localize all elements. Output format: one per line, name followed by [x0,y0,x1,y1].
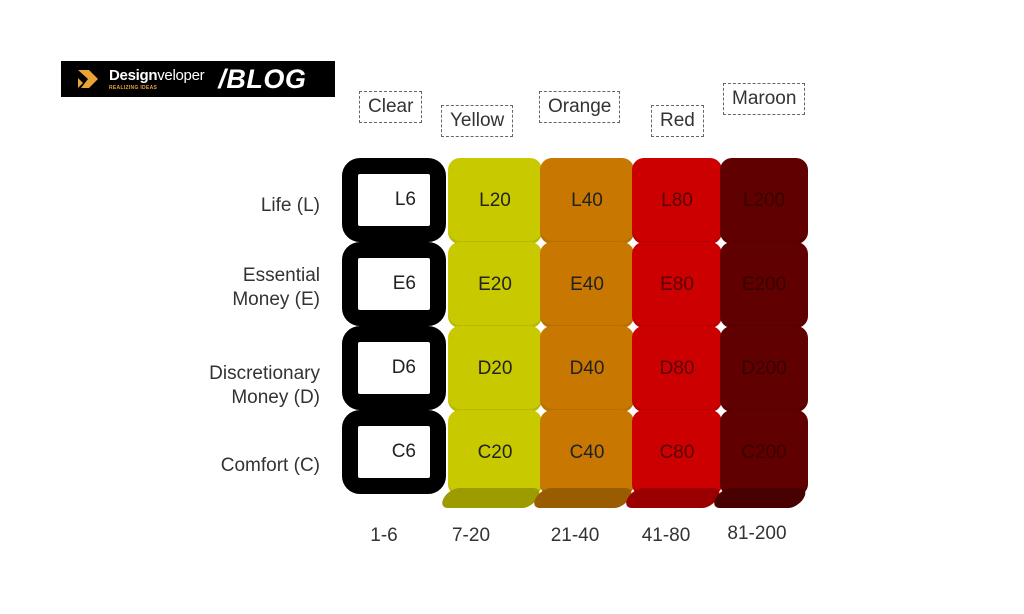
cell-code: L20 [479,190,511,211]
cell-code: C40 [569,442,605,463]
cell-l40: L40 [540,158,634,244]
cell-e20: E20 [448,242,542,328]
cell-code: E40 [570,274,604,295]
cell-code: C20 [477,442,513,463]
cell-code: D80 [659,358,695,379]
cell-code: L80 [661,190,693,211]
cell-e80: E80 [632,242,722,328]
cell-code: D20 [477,358,513,379]
cell-shadow-yellow [438,488,544,508]
cell-d200: D200 [720,326,808,412]
cell-code: C200 [741,442,787,463]
cell-c80: C80 [632,410,722,496]
cell-code: L40 [571,190,603,211]
cell-shadow-orange [530,488,636,508]
logo-brand-name: Designveloper [109,66,205,84]
cell-e6: E6 [342,242,446,326]
cell-code: C80 [659,442,695,463]
range-label-maroon: 81-200 [727,523,787,544]
cell-shadow-red [622,488,724,508]
cell-shadow-maroon [710,488,810,508]
cell-l200: L200 [720,158,808,244]
logo-blog-label: /BLOG [218,63,307,94]
cell-code: D200 [741,358,787,379]
designveloper-blog-logo: Designveloper REALIZING IDEAS /BLOG [61,61,335,97]
cell-code: D40 [569,358,605,379]
cell-code: C6 [391,441,416,462]
cell-c200: C200 [720,410,808,496]
cell-code: E20 [478,274,512,295]
cell-code: D6 [391,357,416,378]
cell-c40: C40 [540,410,634,496]
cell-e40: E40 [540,242,634,328]
range-label-orange: 21-40 [550,525,600,546]
cell-l20: L20 [448,158,542,244]
logo-tagline: REALIZING IDEAS [109,84,158,91]
cell-code: E200 [741,274,787,295]
cell-d20: D20 [448,326,542,412]
cell-code: L200 [742,190,786,211]
column-label-red: Red [651,105,704,137]
cell-code: E6 [392,273,416,294]
range-label-clear: 1-6 [370,525,398,546]
cell-e200: E200 [720,242,808,328]
range-label-red: 41-80 [641,525,691,546]
column-label-yellow: Yellow [441,105,514,137]
cell-c20: C20 [448,410,542,496]
cell-l80: L80 [632,158,722,244]
designveloper-chevron-icon [75,66,101,92]
cell-l6: L6 [342,158,446,242]
cell-d6: D6 [342,326,446,410]
cell-d80: D80 [632,326,722,412]
column-label-clear: Clear [359,91,423,123]
row-label-life: Life (L) [260,195,320,216]
cell-code: L6 [394,189,416,210]
cell-code: E80 [660,274,694,295]
row-label-discretionary-money: Discretionary Money (D) [209,363,320,408]
column-label-maroon: Maroon [723,83,806,115]
column-label-orange: Orange [539,91,621,123]
row-label-essential-money: Essential Money (E) [232,265,320,310]
range-label-yellow: 7-20 [451,525,491,546]
cell-c6: C6 [342,410,446,494]
cell-d40: D40 [540,326,634,412]
row-label-comfort: Comfort (C) [220,455,320,476]
